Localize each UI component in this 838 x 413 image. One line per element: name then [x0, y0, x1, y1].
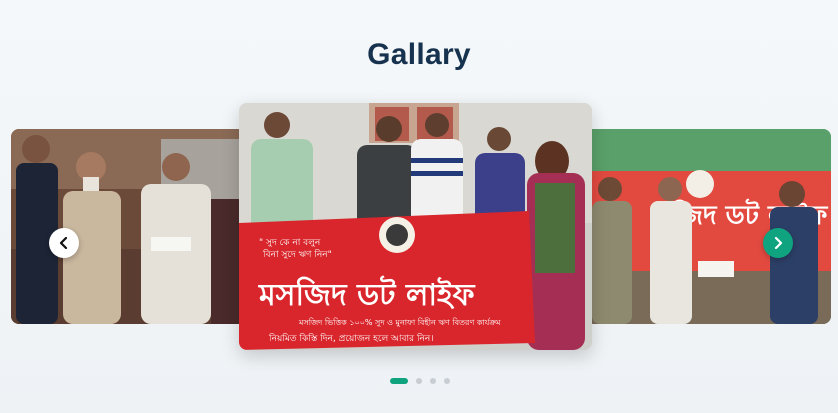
banner-heading: মসজিদ ডট লাইফ	[258, 275, 476, 313]
carousel-pagination	[390, 378, 450, 384]
gallery-section: Gallary সজিদ ডট লাইফ " সুদ কে না বলুন বি…	[0, 0, 838, 413]
pagination-dot-1[interactable]	[390, 378, 408, 384]
banner-quote-line2: বিনা সুদে ঋণ নিন"	[262, 249, 332, 260]
gallery-photo-left[interactable]	[11, 129, 251, 324]
banner-line1: মসজিদ ভিত্তিক ১০০% সুদ ও মুনাফা বিহীন ঋণ…	[298, 317, 501, 327]
prev-slide-button[interactable]	[49, 228, 79, 258]
gallery-photo-center[interactable]: " সুদ কে না বলুন বিনা সুদে ঋণ নিন" মসজিদ…	[239, 103, 592, 350]
pagination-dot-2[interactable]	[416, 378, 422, 384]
gallery-photo-right[interactable]: সজিদ ডট লাইফ	[580, 129, 831, 324]
section-title: Gallary	[367, 38, 471, 71]
banner-quote-line1: " সুদ কে না বলুন	[259, 238, 321, 248]
chevron-right-icon	[774, 237, 783, 249]
chevron-left-icon	[59, 237, 68, 249]
pagination-dot-4[interactable]	[444, 378, 450, 384]
next-slide-button[interactable]	[763, 228, 793, 258]
banner-line2: নিয়মিত কিস্তি দিন, প্রয়োজন হলে আবার নি…	[268, 333, 434, 344]
pagination-dot-3[interactable]	[430, 378, 436, 384]
